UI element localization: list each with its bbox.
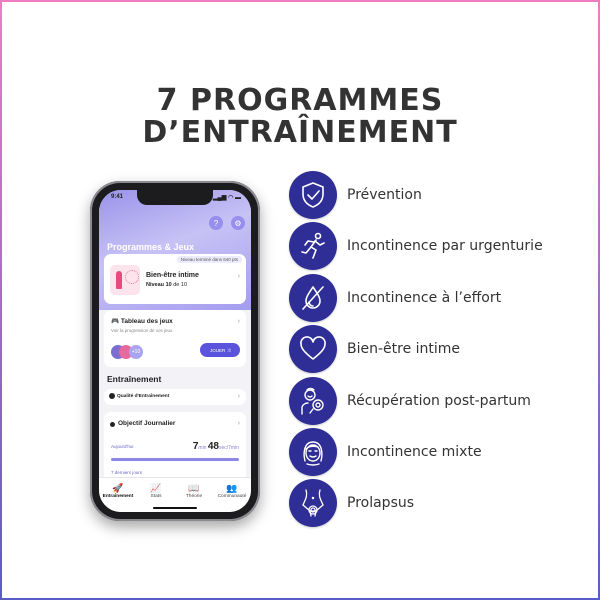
- program-label: Incontinence par urgenturie: [347, 238, 543, 254]
- program-label: Bien-être intime: [347, 341, 461, 357]
- program-item: Incontinence par urgenturie: [289, 222, 543, 270]
- program-item: Incontinence mixte: [289, 428, 482, 476]
- program-level: Niveau 10 de 10: [146, 282, 187, 288]
- program-label: Récupération post-partum: [347, 393, 531, 409]
- daily-time: 7min 48sec/7min: [193, 441, 239, 452]
- phone-mockup: 9:41 ▂▄▆ ◠ ▬ ? ⚙ Programmes & Jeux Nivea…: [90, 181, 260, 521]
- woman-illustration-icon: [116, 271, 122, 289]
- program-label: Prolapsus: [347, 495, 415, 511]
- program-label: Incontinence mixte: [347, 444, 482, 460]
- shield-check-icon: [289, 171, 337, 219]
- daily-progress-bar: [111, 458, 239, 461]
- headline-line-1: 7 PROGRAMMES: [156, 83, 444, 118]
- training-quality-title: Qualité d'Entraînement: [117, 394, 170, 399]
- level-suffix: de 10: [173, 282, 187, 288]
- home-indicator: [153, 507, 197, 509]
- last-7-days-label: 7 derniers jours: [111, 470, 143, 475]
- clock-icon: [110, 422, 115, 427]
- seconds-value: 48: [207, 441, 219, 452]
- fireworks-icon: [125, 270, 139, 284]
- program-item: Récupération post-partum: [289, 377, 531, 425]
- game-avatars: +10: [111, 345, 143, 359]
- level-badge: Niveau terminé dans 640 pts: [176, 256, 242, 263]
- chevron-right-icon: ›: [237, 420, 240, 427]
- settings-gear-icon[interactable]: ⚙: [231, 216, 245, 230]
- daily-progress-fill: [111, 458, 239, 461]
- people-icon: 👥: [226, 483, 238, 493]
- phone-screen: 9:41 ▂▄▆ ◠ ▬ ? ⚙ Programmes & Jeux Nivea…: [99, 190, 251, 512]
- status-icons: ▂▄▆ ◠ ▬: [212, 195, 241, 201]
- program-item: Prolapsus: [289, 479, 414, 527]
- tab-label: Stats: [150, 494, 162, 499]
- program-title: Bien-être intime: [146, 272, 199, 279]
- games-board-card[interactable]: 🎮 Tableau des jeux Voir la progression d…: [104, 310, 246, 367]
- rocket-icon: 🚀: [112, 483, 124, 493]
- program-thumbnail: [110, 265, 140, 295]
- program-item: Bien-être intime: [289, 325, 460, 373]
- status-time: 9:41: [111, 194, 124, 200]
- seconds-unit: sec/7min: [218, 445, 239, 451]
- drop-slash-icon: [289, 274, 337, 322]
- tab-label: Entraînement: [102, 494, 134, 499]
- program-label: Incontinence à l’effort: [347, 290, 502, 306]
- chevron-right-icon: ›: [237, 393, 240, 400]
- tab-bar: 🚀 Entraînement 📈 Stats 📖 Théorie 👥 Communaut…: [99, 477, 251, 512]
- program-label: Prévention: [347, 187, 422, 203]
- games-board-subtitle: Voir la progression de vos jeux.: [111, 328, 174, 333]
- tab-community[interactable]: 👥 Communauté: [213, 478, 251, 512]
- play-button[interactable]: JOUER ⤨: [200, 343, 240, 357]
- program-level-card[interactable]: Niveau terminé dans 640 pts Bien-être in…: [104, 254, 246, 304]
- tab-training[interactable]: 🚀 Entraînement: [99, 478, 137, 512]
- more-games-count: +10: [129, 345, 143, 359]
- mother-baby-icon: [289, 377, 337, 425]
- headline: 7 PROGRAMMES D’ENTRAÎNEMENT: [0, 85, 600, 149]
- section-title-programs: Programmes & Jeux: [107, 242, 195, 252]
- today-label: Aujourd'hui: [111, 444, 134, 449]
- chevron-right-icon: ›: [237, 273, 240, 280]
- book-icon: 📖: [188, 483, 200, 493]
- program-item: Prévention: [289, 171, 422, 219]
- section-title-training: Entraînement: [107, 374, 162, 384]
- training-quality-card[interactable]: Qualité d'Entraînement ›: [104, 389, 246, 405]
- minutes-unit: min: [198, 445, 207, 451]
- heart-icon: [289, 325, 337, 373]
- daily-goal-title: Objectif Journalier: [118, 420, 176, 427]
- status-bar: 9:41 ▂▄▆ ◠ ▬: [111, 194, 241, 201]
- chart-line-icon: 📈: [150, 483, 162, 493]
- pelvis-target-icon: [289, 479, 337, 527]
- level-prefix: Niveau: [146, 282, 165, 288]
- help-icon[interactable]: ?: [209, 216, 223, 230]
- headline-line-2: D’ENTRAÎNEMENT: [142, 115, 458, 150]
- tab-label: Communauté: [217, 494, 247, 499]
- daily-goal-card[interactable]: Objectif Journalier › Aujourd'hui 7min 4…: [104, 412, 246, 482]
- chevron-right-icon: ›: [237, 318, 240, 325]
- level-value: 10: [165, 282, 172, 288]
- tab-label: Théorie: [185, 494, 203, 499]
- games-board-title: 🎮 Tableau des jeux: [111, 318, 173, 325]
- program-item: Incontinence à l’effort: [289, 274, 501, 322]
- running-person-icon: [289, 222, 337, 270]
- woman-face-icon: [289, 428, 337, 476]
- check-badge-icon: [109, 393, 115, 399]
